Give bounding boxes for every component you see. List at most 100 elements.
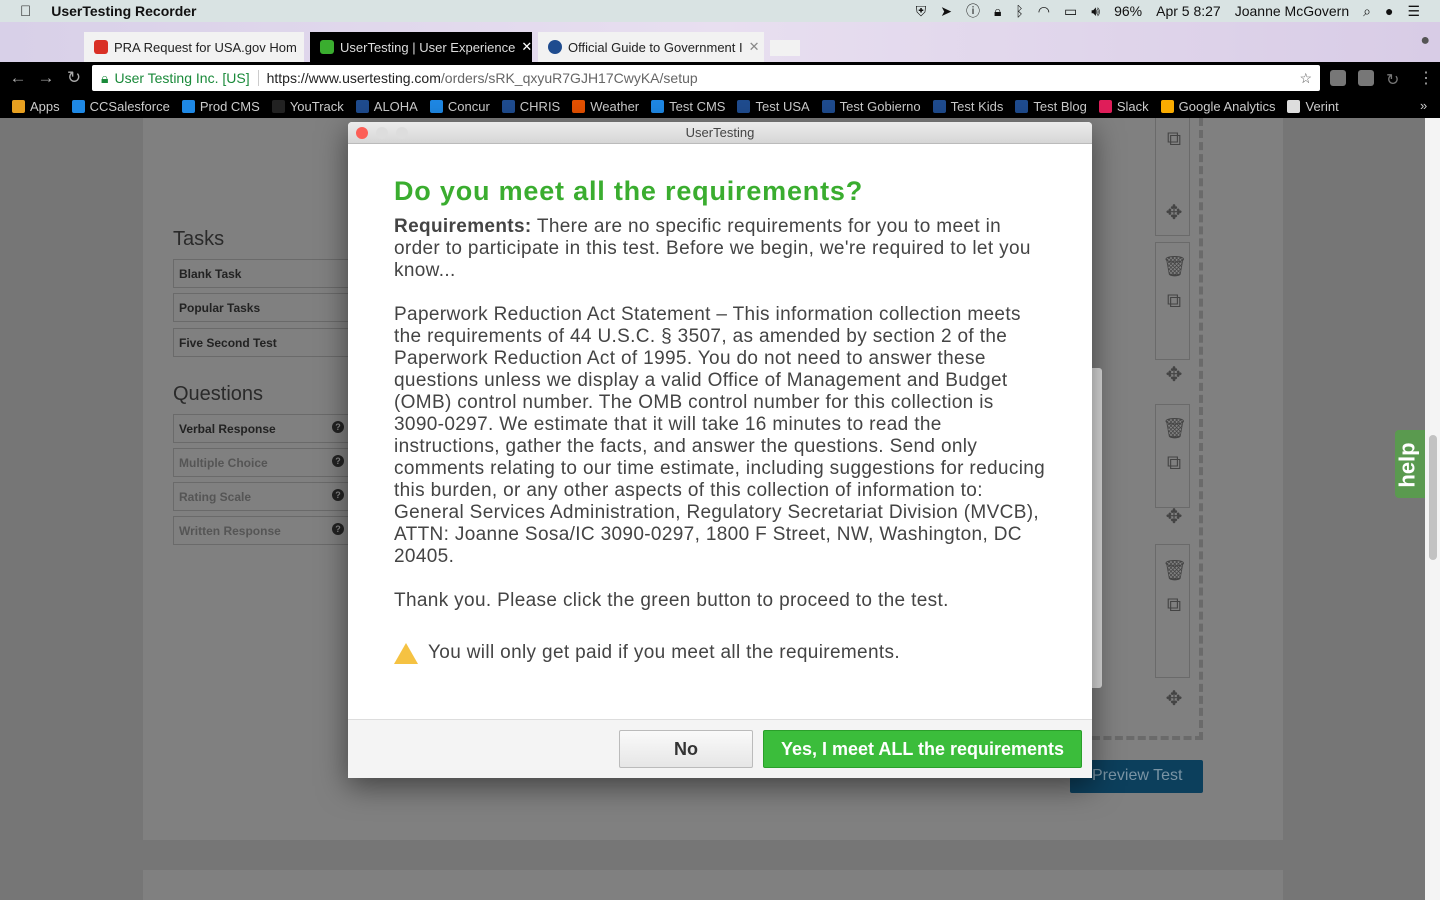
duplicate-icon[interactable]: ⧉ <box>1162 290 1186 313</box>
profile-icon[interactable]: ● <box>1420 32 1430 50</box>
question-verbal[interactable]: Verbal Response? <box>173 414 353 443</box>
lock-icon[interactable]: 🔒︎ <box>994 3 1001 20</box>
help-tab[interactable]: help <box>1395 430 1425 498</box>
bookmark-test-cms[interactable]: Test CMS <box>651 99 725 114</box>
gmail-icon <box>94 40 108 54</box>
url-text[interactable]: https://www.usertesting.com/orders/sRK_q… <box>259 70 698 86</box>
move-icon[interactable]: ✥ <box>1162 362 1186 387</box>
help-icon[interactable]: ? <box>332 489 344 501</box>
task-blank[interactable]: Blank Task <box>173 259 353 288</box>
bookmark-icon <box>429 99 443 113</box>
datetime[interactable]: Apr 5 8:27 <box>1156 3 1221 19</box>
certificate-org[interactable]: User Testing Inc. [US] <box>114 70 259 86</box>
bookmark-star-icon[interactable]: ☆ <box>1299 70 1312 87</box>
requirements-dialog: UserTesting Do you meet all the requirem… <box>348 122 1092 778</box>
airplay-icon[interactable]: ▭ <box>1064 3 1077 20</box>
forward-icon[interactable]: → <box>32 68 60 88</box>
bookmark-chris[interactable]: CHRIS <box>501 99 560 114</box>
location-icon: ➤ <box>940 2 952 19</box>
questions-heading: Questions <box>173 383 264 405</box>
app-name[interactable]: UserTesting Recorder <box>51 3 196 19</box>
dialog-titlebar: UserTesting <box>348 122 1092 144</box>
extension-icon[interactable] <box>1330 70 1346 86</box>
warning-text: You will only get paid if you meet all t… <box>428 642 900 663</box>
close-icon[interactable]: ✕ <box>303 39 304 55</box>
duplicate-icon[interactable]: ⧉ <box>1162 594 1186 617</box>
question-multiple-choice[interactable]: Multiple Choice? <box>173 448 353 477</box>
more-bookmarks-icon[interactable]: » <box>1420 98 1427 113</box>
back-icon[interactable]: ← <box>4 68 32 88</box>
lock-icon: 🔒︎ <box>101 69 109 86</box>
bookmark-label: Slack <box>1116 98 1149 114</box>
bookmark-google-analytics[interactable]: Google Analytics <box>1160 99 1275 114</box>
bookmark-concur[interactable]: Concur <box>429 98 490 114</box>
battery-percent[interactable]: 96% <box>1114 3 1142 19</box>
bookmark-icon <box>737 99 751 113</box>
bluetooth-icon[interactable]: ᛒ <box>1015 3 1023 19</box>
bookmark-test-usa[interactable]: Test USA <box>737 99 810 114</box>
scrollbar-thumb[interactable] <box>1429 435 1437 560</box>
apple-icon[interactable]:  <box>20 3 31 20</box>
siri-icon[interactable]: ● <box>1385 3 1393 19</box>
no-button[interactable]: No <box>619 730 753 768</box>
wifi-icon[interactable]: ◠ <box>1038 3 1050 20</box>
list-icon[interactable]: ☰ <box>1407 3 1420 20</box>
payment-warning: You will only get paid if you meet all t… <box>394 642 1046 664</box>
extension-icon[interactable] <box>1358 70 1374 86</box>
shield-icon[interactable]: ⛨ <box>916 3 927 20</box>
close-window-button[interactable] <box>356 127 368 139</box>
trash-icon[interactable]: 🗑︎ <box>1162 558 1187 583</box>
duplicate-icon[interactable]: ⧉ <box>1162 452 1186 475</box>
help-label: help <box>1394 442 1420 488</box>
label: Verbal Response <box>179 422 276 436</box>
bookmark-label: ALOHA <box>373 98 418 114</box>
bookmark-label: Concur <box>447 98 490 114</box>
help-icon[interactable]: ? <box>332 421 344 433</box>
help-icon[interactable]: ? <box>332 455 344 467</box>
search-icon[interactable]: ⌕ <box>1363 3 1371 20</box>
volume-icon[interactable]: 🔊︎ <box>1091 3 1100 20</box>
duplicate-icon[interactable]: ⧉ <box>1162 128 1186 151</box>
task-popular[interactable]: Popular Tasks <box>173 293 353 322</box>
trash-icon[interactable]: 🗑︎ <box>1162 254 1187 279</box>
help-icon[interactable]: ? <box>332 523 344 535</box>
question-written[interactable]: Written Response? <box>173 516 353 545</box>
bookmark-icon <box>1160 99 1174 113</box>
yes-meet-requirements-button[interactable]: Yes, I meet ALL the requirements <box>763 730 1082 768</box>
bookmark-test-kids[interactable]: Test Kids <box>932 99 1003 114</box>
tab-official-guide[interactable]: Official Guide to Government I ✕ <box>538 32 764 62</box>
zoom-window-button[interactable] <box>396 127 408 139</box>
bookmark-apps[interactable]: Apps <box>12 99 60 114</box>
info-icon[interactable]: ⓘ <box>966 1 980 21</box>
menu-icon[interactable]: ⋮ <box>1418 68 1434 88</box>
new-tab-button[interactable] <box>770 40 800 56</box>
task-five-second[interactable]: Five Second Test <box>173 328 353 357</box>
bookmark-weather[interactable]: Weather <box>572 99 639 114</box>
trash-icon[interactable]: 🗑︎ <box>1162 416 1187 441</box>
close-icon[interactable]: ✕ <box>749 39 760 55</box>
question-rating-scale[interactable]: Rating Scale? <box>173 482 353 511</box>
window-title: UserTesting <box>685 125 755 140</box>
move-icon[interactable]: ✥ <box>1162 200 1186 225</box>
minimize-window-button[interactable] <box>376 127 388 139</box>
bookmark-ccsalesforce[interactable]: CCSalesforce <box>71 99 170 114</box>
move-icon[interactable]: ✥ <box>1162 504 1186 529</box>
tab-usertesting[interactable]: UserTesting | User Experience ✕ <box>310 32 532 62</box>
bookmark-aloha[interactable]: ALOHA <box>355 98 418 114</box>
bookmark-test-gobierno[interactable]: Test Gobierno <box>821 99 921 114</box>
bookmark-verint[interactable]: Verint <box>1287 99 1339 114</box>
address-bar[interactable]: 🔒︎ User Testing Inc. [US] https://www.us… <box>92 65 1320 91</box>
bookmark-test-blog[interactable]: Test Blog <box>1015 99 1087 114</box>
move-icon[interactable]: ✥ <box>1162 686 1186 711</box>
bookmark-youtrack[interactable]: YouTrack <box>271 99 344 114</box>
user-name[interactable]: Joanne McGovern <box>1235 3 1349 19</box>
reload-icon[interactable]: ↻ <box>60 68 88 88</box>
bookmark-icon <box>71 99 85 113</box>
bookmark-slack[interactable]: Slack <box>1098 98 1149 114</box>
tab-pra-request[interactable]: PRA Request for USA.gov Hom ✕ <box>84 32 304 62</box>
sync-icon[interactable]: ↻ <box>1386 70 1402 89</box>
bookmark-icon <box>572 99 586 113</box>
bookmark-prod-cms[interactable]: Prod CMS <box>181 99 260 114</box>
close-icon[interactable]: ✕ <box>521 39 532 55</box>
bookmark-label: Test CMS <box>669 98 726 114</box>
